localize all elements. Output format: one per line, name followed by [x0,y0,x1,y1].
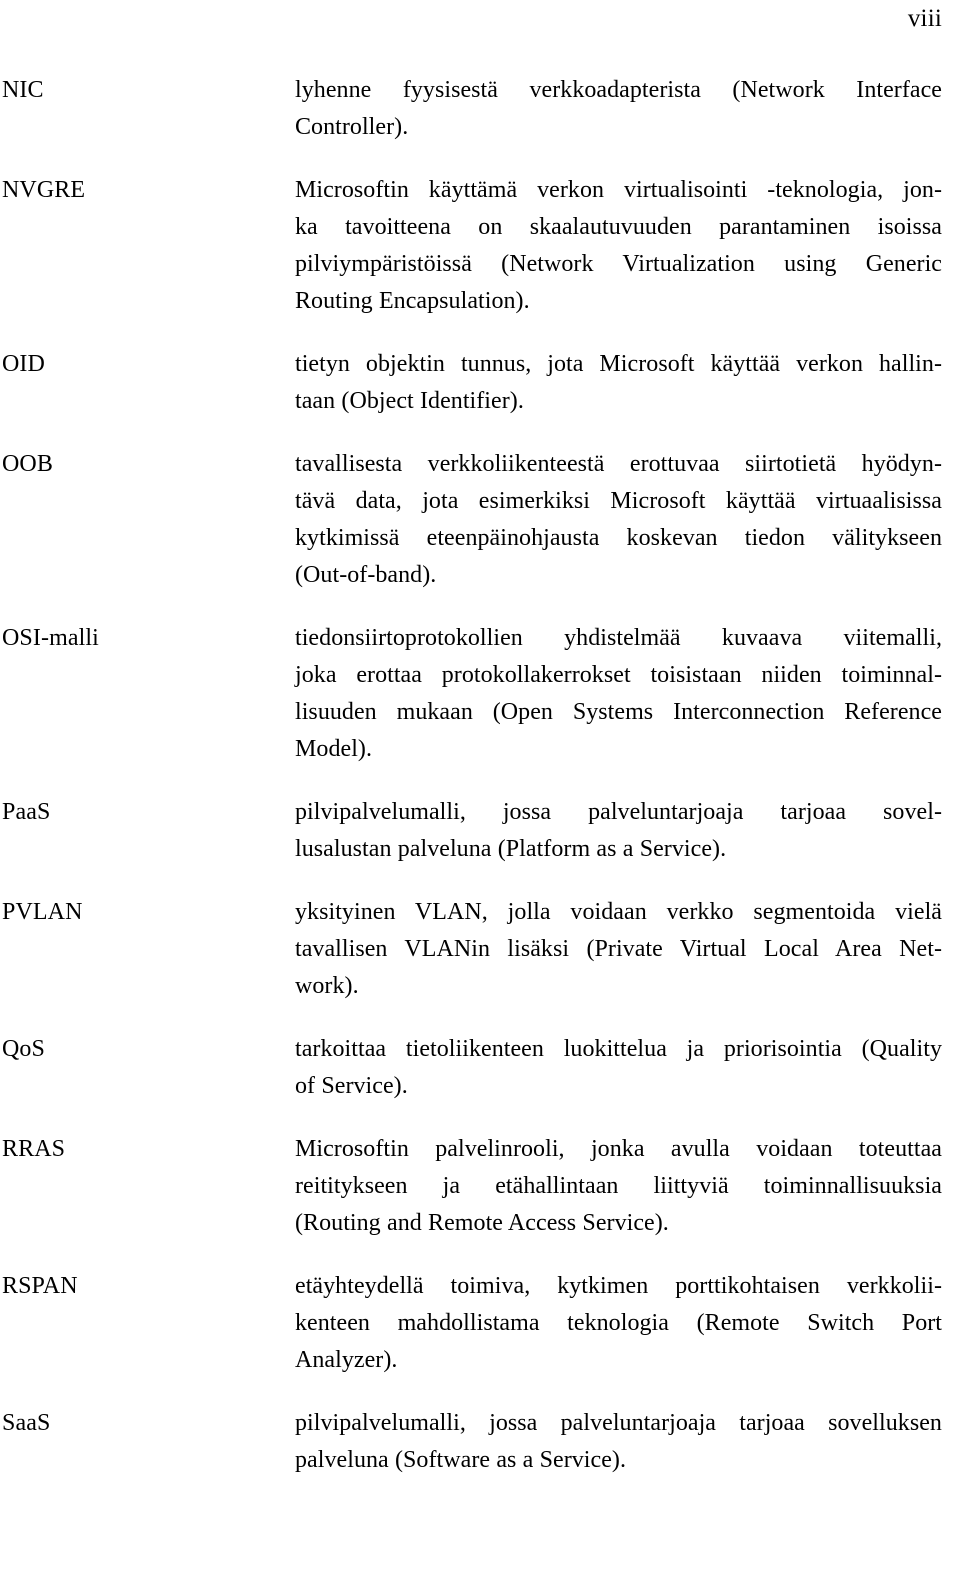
definition-line: Routing Encapsulation). [295,288,530,314]
definition-line: pilviympäristöissä (Network Virtualizati… [295,251,942,277]
definition-line: etäyhteydellä toimiva, kytkimen porttiko… [295,1273,942,1299]
definition-line: joka erottaa protokollakerrokset toisist… [295,662,942,688]
glossary-term: NVGRE [2,177,86,203]
definition-line: work). [295,973,359,999]
glossary-definition: Microsoftin käyttämä verkon virtualisoin… [295,172,942,320]
glossary-list: NIC lyhenne fyysisestä verkkoadapterista … [2,72,942,1505]
definition-line: lyhenne fyysisestä verkkoadapterista (Ne… [295,77,942,103]
glossary-term: RSPAN [2,1273,78,1299]
definition-line: pilvipalvelumalli, jossa palveluntarjoaj… [295,799,942,825]
glossary-entry: OID tietyn objektin tunnus, jota Microsof… [2,346,942,420]
glossary-term: PVLAN [2,899,83,925]
definition-line: reititykseen ja etähallintaan liittyviä … [295,1173,942,1199]
glossary-entry: RSPAN etäyhteydellä toimiva, kytkimen por… [2,1268,942,1379]
definition-line: tietyn objektin tunnus, jota Microsoft k… [295,351,942,377]
definition-line: of Service). [295,1073,408,1099]
glossary-entry: RRAS Microsoftin palvelinrooli, jonka avu… [2,1131,942,1242]
definition-line: tävä data, jota esimerkiksi Microsoft kä… [295,488,942,514]
definition-line: kenteen mahdollistama teknologia (Remote… [295,1310,942,1336]
definition-line: palveluna (Software as a Service). [295,1447,627,1473]
definition-line: lisuuden mukaan (Open Systems Interconne… [295,699,942,725]
glossary-definition: tiedonsiirtoprotokollien yhdistelmää kuv… [295,620,942,768]
glossary-entry: OOB tavallisesta verkkoliikenteestä erott… [2,446,942,594]
definition-line: pilvipalvelumalli, jossa palveluntarjoaj… [295,1410,942,1436]
glossary-entry: NIC lyhenne fyysisestä verkkoadapterista … [2,72,942,146]
definition-line: (Out-of-band). [295,562,437,588]
document-page: viii NIC lyhenne fyysisestä verkkoadapter… [0,0,960,1586]
glossary-term: QoS [2,1036,45,1062]
definition-line: Model). [295,736,373,762]
definition-line: tiedonsiirtoprotokollien yhdistelmää kuv… [295,625,942,651]
definition-line: ka tavoitteena on skaalautuvuuden parant… [295,214,942,240]
definition-line: tavallisen VLANin lisäksi (Private Virtu… [295,936,942,962]
glossary-entry: PaaS pilvipalvelumalli, jossa palveluntar… [2,794,942,868]
glossary-entry: PVLAN yksityinen VLAN, jolla voidaan verk… [2,894,942,1005]
glossary-definition: pilvipalvelumalli, jossa palveluntarjoaj… [295,794,942,868]
definition-line: Analyzer). [295,1347,398,1373]
definition-line: tarkoittaa tietoliikenteen luokittelua j… [295,1036,942,1062]
definition-line: lusalustan palveluna (Platform as a Serv… [295,836,727,862]
glossary-definition: tarkoittaa tietoliikenteen luokittelua j… [295,1031,942,1105]
definition-line: taan (Object Identifier). [295,388,524,414]
glossary-entry: SaaS pilvipalvelumalli, jossa palveluntar… [2,1405,942,1479]
glossary-entry: QoS tarkoittaa tietoliikenteen luokittelu… [2,1031,942,1105]
definition-line: Microsoftin käyttämä verkon virtualisoin… [295,177,942,203]
glossary-definition: pilvipalvelumalli, jossa palveluntarjoaj… [295,1405,942,1479]
glossary-definition: tietyn objektin tunnus, jota Microsoft k… [295,346,942,420]
glossary-term: RRAS [2,1136,66,1162]
definition-line: tavallisesta verkkoliikenteestä erottuva… [295,451,942,477]
glossary-term: OID [2,351,45,377]
glossary-definition: etäyhteydellä toimiva, kytkimen porttiko… [295,1268,942,1379]
definition-line: Microsoftin palvelinrooli, jonka avulla … [295,1136,942,1162]
glossary-term: OSI-malli [2,625,99,651]
glossary-definition: tavallisesta verkkoliikenteestä erottuva… [295,446,942,594]
definition-line: Controller). [295,114,409,140]
page-number: viii [907,5,942,32]
glossary-definition: lyhenne fyysisestä verkkoadapterista (Ne… [295,72,942,146]
glossary-entry: NVGRE Microsoftin käyttämä verkon virtual… [2,172,942,320]
glossary-entry: OSI-malli tiedonsiirtoprotokollien yhdist… [2,620,942,768]
glossary-term: PaaS [2,799,51,825]
definition-line: (Routing and Remote Access Service). [295,1210,669,1236]
glossary-definition: Microsoftin palvelinrooli, jonka avulla … [295,1131,942,1242]
glossary-term: SaaS [2,1410,51,1436]
glossary-definition: yksityinen VLAN, jolla voidaan verkko se… [295,894,942,1005]
definition-line: yksityinen VLAN, jolla voidaan verkko se… [295,899,942,925]
glossary-term: NIC [2,77,44,103]
glossary-term: OOB [2,451,53,477]
definition-line: kytkimissä eteenpäinohjausta koskevan ti… [295,525,942,551]
